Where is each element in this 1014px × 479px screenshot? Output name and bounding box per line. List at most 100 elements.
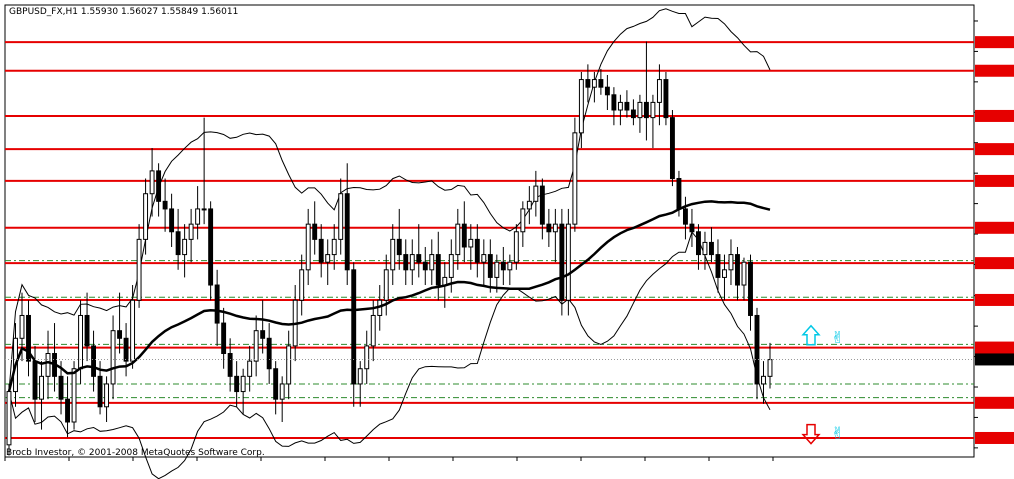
level-label-box <box>975 64 1014 77</box>
candle-body <box>669 117 675 179</box>
candle-body <box>253 330 259 362</box>
candle-body <box>357 368 363 385</box>
level-label-box <box>975 109 1014 122</box>
level-label-box <box>975 143 1014 156</box>
candle-body <box>104 383 110 408</box>
plot-frame <box>4 4 975 458</box>
candle-body <box>435 254 441 286</box>
candle-body <box>123 337 129 362</box>
candle-body <box>318 238 324 263</box>
candle-body <box>344 193 350 271</box>
candle-body <box>715 254 721 278</box>
candle-body <box>702 241 708 256</box>
level-label-box <box>975 174 1014 187</box>
candle-body <box>409 254 415 271</box>
candle-body <box>754 314 760 385</box>
candle-body <box>136 238 142 301</box>
candle-body <box>617 101 623 111</box>
candle-body <box>208 208 214 286</box>
thumbs-up-icon: ✌ <box>831 328 844 347</box>
candle-body <box>312 223 318 240</box>
current-price-box <box>975 353 1014 366</box>
candle-body <box>546 223 552 233</box>
candle-body <box>468 238 474 248</box>
candle-body <box>663 79 669 119</box>
candle-body <box>682 208 688 225</box>
candle-body <box>650 101 656 119</box>
candle-body <box>325 254 331 263</box>
candle-body <box>156 170 162 202</box>
candle-body <box>97 375 103 408</box>
candle-body <box>735 254 740 286</box>
candle-body <box>162 200 168 210</box>
candle-body <box>637 101 643 119</box>
candle-body <box>396 238 402 256</box>
candle-body <box>461 223 467 248</box>
candle-body <box>448 254 454 278</box>
candle-body <box>559 223 565 301</box>
candle-body <box>748 261 753 316</box>
candle-body <box>390 238 396 271</box>
candle-body <box>591 79 597 88</box>
candle-body <box>604 86 610 96</box>
candle-body <box>45 353 51 377</box>
candle-body <box>403 254 409 271</box>
candle-body <box>526 200 532 210</box>
candle-body <box>65 398 70 423</box>
candle-body <box>39 375 44 400</box>
candle-body <box>299 269 305 301</box>
thumbs-up-icon: ✌ <box>831 424 844 443</box>
candle-body <box>182 238 188 256</box>
candle-body <box>507 261 513 271</box>
candle-body <box>266 337 272 370</box>
candle-body <box>260 330 266 339</box>
candle-body <box>416 254 422 263</box>
candle-body <box>58 375 64 400</box>
candle-body <box>169 208 175 233</box>
candle-body <box>78 314 83 370</box>
candle-body <box>370 314 376 347</box>
candle-body <box>696 231 701 256</box>
candle-body <box>331 238 337 256</box>
candle-body <box>195 208 201 225</box>
candle-body <box>91 345 97 377</box>
candle-body <box>767 359 773 377</box>
candle-body <box>188 223 194 240</box>
candle-body <box>117 330 123 339</box>
level-label-box <box>975 396 1014 409</box>
level-label-box <box>975 341 1014 354</box>
candle-body <box>201 208 207 211</box>
candle-body <box>214 284 220 324</box>
candle-body <box>513 231 519 263</box>
candle-body <box>709 241 714 256</box>
candle-body <box>286 345 292 385</box>
candle-body <box>71 368 77 423</box>
candle-body <box>643 101 649 119</box>
candle-body <box>474 238 480 263</box>
candle-body <box>240 375 246 393</box>
candle-body <box>761 375 766 385</box>
candle-body <box>552 223 558 233</box>
candle-body <box>656 79 662 103</box>
candle-body <box>572 132 578 225</box>
candle-body <box>494 261 500 278</box>
candle-body <box>676 177 682 210</box>
chart-window: ✌ ✌ GBPUSD_FX,H1 1.55930 1.56027 1.55849 … <box>0 0 1014 479</box>
price-scale <box>974 20 978 449</box>
candle-body <box>19 314 25 339</box>
price-chart: ✌ ✌ GBPUSD_FX,H1 1.55930 1.56027 1.55849 … <box>4 4 1014 479</box>
candle-body <box>630 109 636 119</box>
candle-body <box>455 223 461 256</box>
candle-body <box>84 314 90 347</box>
candle-body <box>305 223 311 271</box>
level-label-box <box>975 221 1014 234</box>
candle-body <box>32 360 38 400</box>
candle-body <box>143 193 149 240</box>
candle-body <box>273 368 279 400</box>
candle-body <box>689 223 695 233</box>
candle-body <box>227 353 233 377</box>
candle-body <box>234 375 240 393</box>
level-label-box <box>975 257 1014 270</box>
candle-body <box>279 383 285 400</box>
candle-body <box>6 391 12 446</box>
